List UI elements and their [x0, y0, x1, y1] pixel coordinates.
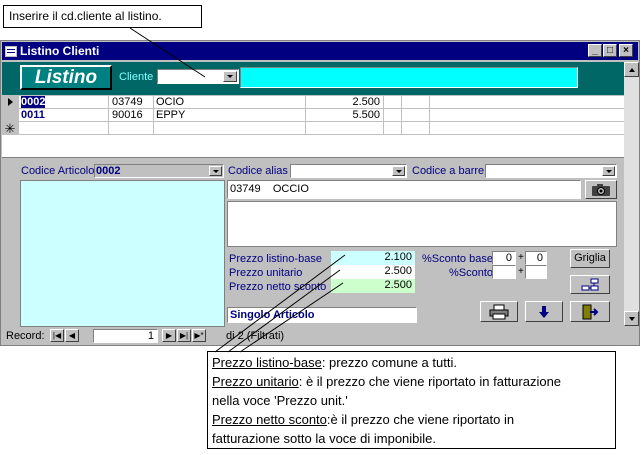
screenshot: Inserire il cd.cliente al listino. Listi…	[0, 0, 641, 455]
callout-pointers	[129, 27, 346, 353]
